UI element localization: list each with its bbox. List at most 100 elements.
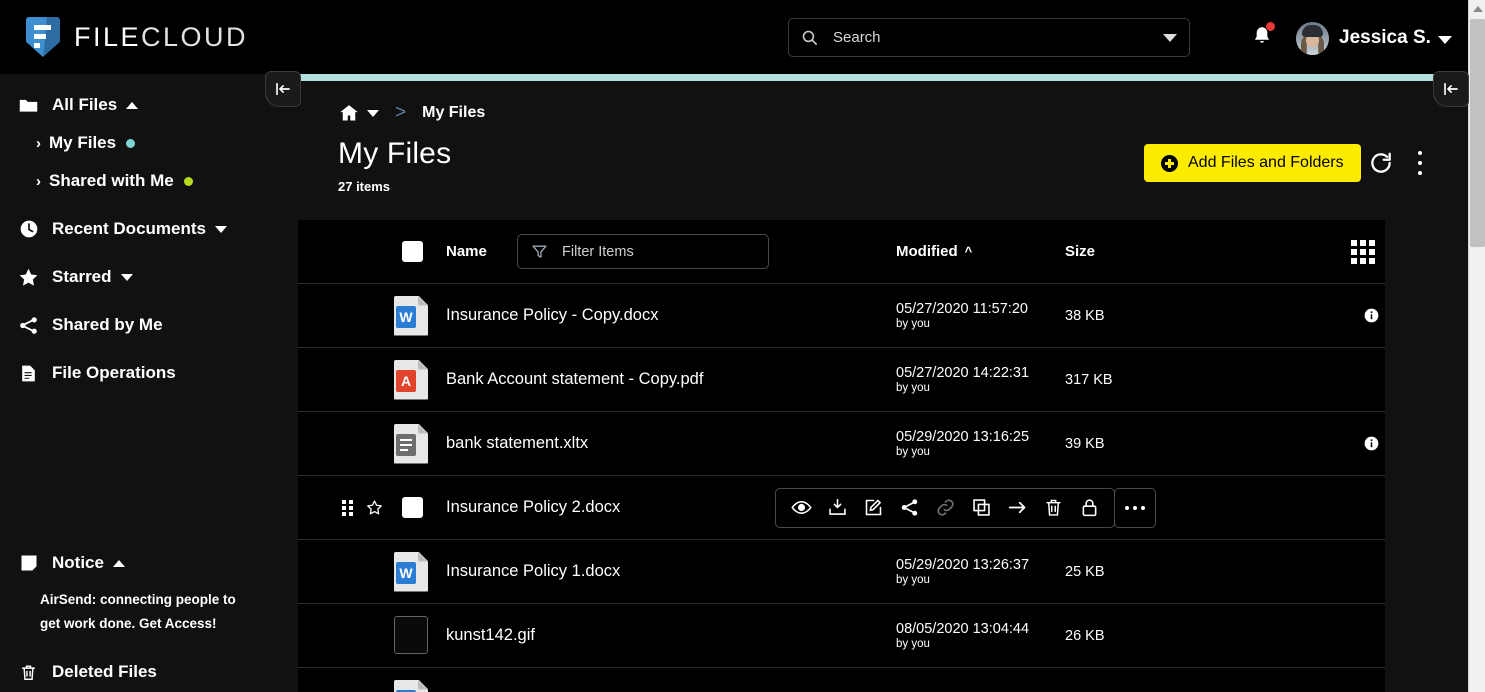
star-icon [18, 267, 39, 288]
share-button[interactable] [891, 489, 927, 527]
trash-icon [1043, 497, 1064, 518]
column-header-name[interactable]: Name [446, 243, 487, 260]
arrow-right-icon [1007, 497, 1028, 518]
table-row[interactable]: W Insurance Policy - Copy.docx 05/27/202… [298, 284, 1385, 348]
row-more-actions-button[interactable] [1114, 488, 1156, 528]
table-row[interactable]: W Agreement to Receive Electronic Commun… [298, 668, 1385, 692]
select-all-checkbox[interactable] [402, 241, 423, 262]
image-thumbnail [394, 616, 432, 656]
user-account-menu[interactable]: Jessica S. [1296, 19, 1452, 57]
download-button[interactable] [819, 489, 855, 527]
duplicate-button[interactable] [963, 489, 999, 527]
refresh-button[interactable] [1368, 150, 1394, 176]
sidebar-item-file-operations[interactable]: File Operations [0, 354, 298, 392]
file-name[interactable]: Bank Account statement - Copy.pdf [446, 370, 703, 389]
file-name[interactable]: bank statement.xltx [446, 434, 588, 453]
table-row[interactable]: bank statement.xltx 05/29/2020 13:16:25 … [298, 412, 1385, 476]
chevron-down-icon[interactable] [215, 226, 227, 233]
sidebar-item-recent-documents[interactable]: Recent Documents [0, 210, 298, 248]
share-icon [899, 497, 920, 518]
delete-button[interactable] [1035, 489, 1071, 527]
column-header-modified[interactable]: Modified ^ [896, 243, 972, 260]
table-row[interactable]: W Insurance Policy 1.docx 05/29/2020 13:… [298, 540, 1385, 604]
file-name[interactable]: Insurance Policy 2.docx [446, 498, 620, 517]
user-menu-chevron-down-icon[interactable] [1438, 36, 1452, 44]
column-header-size[interactable]: Size [1065, 243, 1095, 260]
lock-icon [1079, 497, 1100, 518]
info-icon[interactable] [1364, 436, 1379, 451]
sidebar-item-label: Shared by Me [52, 315, 163, 335]
sidebar-item-shared-by-me[interactable]: Shared by Me [0, 306, 298, 344]
home-icon[interactable] [338, 103, 360, 123]
chevron-up-icon[interactable] [126, 102, 138, 109]
status-dot-shared-with-me [184, 177, 193, 186]
edit-button[interactable] [855, 489, 891, 527]
sidebar-item-label: Deleted Files [52, 662, 157, 682]
star-outline-icon[interactable] [366, 499, 383, 516]
top-header-bar: FILECLOUD Jessica S. [0, 0, 1468, 74]
word-file-icon: W [394, 680, 432, 692]
lock-button[interactable] [1071, 489, 1107, 527]
preview-button[interactable] [783, 489, 819, 527]
move-button[interactable] [999, 489, 1035, 527]
filecloud-shield-logo [26, 17, 60, 57]
modified-by: by you [896, 574, 1029, 586]
sidebar-item-my-files[interactable]: › My Files [0, 124, 298, 162]
scrollbar-up-arrow[interactable] [1469, 0, 1485, 17]
pdf-file-icon: A [394, 360, 432, 400]
document-icon [18, 363, 39, 384]
sidebar-item-starred[interactable]: Starred [0, 258, 298, 296]
clock-icon [18, 219, 39, 240]
file-name[interactable]: Insurance Policy - Copy.docx [446, 306, 658, 325]
browser-scrollbar[interactable] [1468, 0, 1485, 692]
file-table: Name Modified ^ Size [298, 220, 1385, 692]
trash-icon [18, 662, 39, 683]
notification-badge [1266, 22, 1275, 31]
page-overflow-menu-button[interactable] [1409, 148, 1431, 178]
file-size: 39 KB [1065, 436, 1105, 452]
sidebar-item-notice[interactable]: Notice [0, 544, 298, 582]
copy-link-button[interactable] [927, 489, 963, 527]
search-dropdown-chevron-down-icon[interactable] [1163, 34, 1177, 42]
search-bar[interactable] [788, 18, 1190, 57]
row-checkbox[interactable] [402, 497, 423, 518]
modified-date: 05/27/2020 14:22:31 [896, 365, 1029, 381]
file-name[interactable]: Insurance Policy 1.docx [446, 562, 620, 581]
collapse-right-panel-button[interactable] [1433, 71, 1469, 107]
grid-view-icon[interactable] [1351, 240, 1375, 264]
modified-by: by you [896, 318, 1028, 330]
table-row-hovered[interactable]: Insurance Policy 2.docx [298, 476, 1385, 540]
filter-items-field[interactable] [517, 234, 769, 269]
sidebar-item-shared-with-me[interactable]: › Shared with Me [0, 162, 298, 200]
add-files-and-folders-button[interactable]: Add Files and Folders [1144, 144, 1361, 182]
funnel-icon [531, 243, 548, 260]
user-avatar [1296, 22, 1329, 55]
chevron-down-icon[interactable] [121, 274, 133, 281]
sidebar-item-all-files[interactable]: All Files [0, 86, 298, 124]
table-row[interactable]: kunst142.gif 08/05/2020 13:04:44 by you … [298, 604, 1385, 668]
scrollbar-thumb[interactable] [1470, 19, 1485, 247]
collapse-sidebar-button[interactable] [265, 71, 301, 107]
breadcrumb-chevron-down-icon[interactable] [367, 110, 379, 117]
drag-handle-icon[interactable] [342, 500, 353, 516]
breadcrumb-current[interactable]: My Files [422, 104, 485, 122]
notifications-button[interactable] [1251, 24, 1273, 48]
column-header-modified-label: Modified [896, 243, 958, 260]
search-input[interactable] [833, 29, 1163, 46]
brand-logo[interactable]: FILECLOUD [26, 17, 248, 57]
filter-items-input[interactable] [562, 244, 755, 260]
sidebar-item-deleted-files[interactable]: Deleted Files [0, 653, 298, 691]
modified-by: by you [896, 446, 1029, 458]
note-icon [18, 553, 39, 574]
file-size: 38 KB [1065, 308, 1105, 324]
eye-icon [791, 497, 812, 518]
link-icon [935, 497, 956, 518]
accent-bar [298, 74, 1468, 81]
file-modified: 05/29/2020 13:16:25 by you [896, 429, 1029, 458]
chevron-up-icon[interactable] [113, 560, 125, 567]
table-row[interactable]: A Bank Account statement - Copy.pdf 05/2… [298, 348, 1385, 412]
info-icon[interactable] [1364, 308, 1379, 323]
file-name[interactable]: kunst142.gif [446, 626, 535, 645]
main-content-area: > My Files My Files 27 items Add Files a… [298, 74, 1468, 692]
filecloud-app: FILECLOUD Jessica S. [0, 0, 1485, 692]
